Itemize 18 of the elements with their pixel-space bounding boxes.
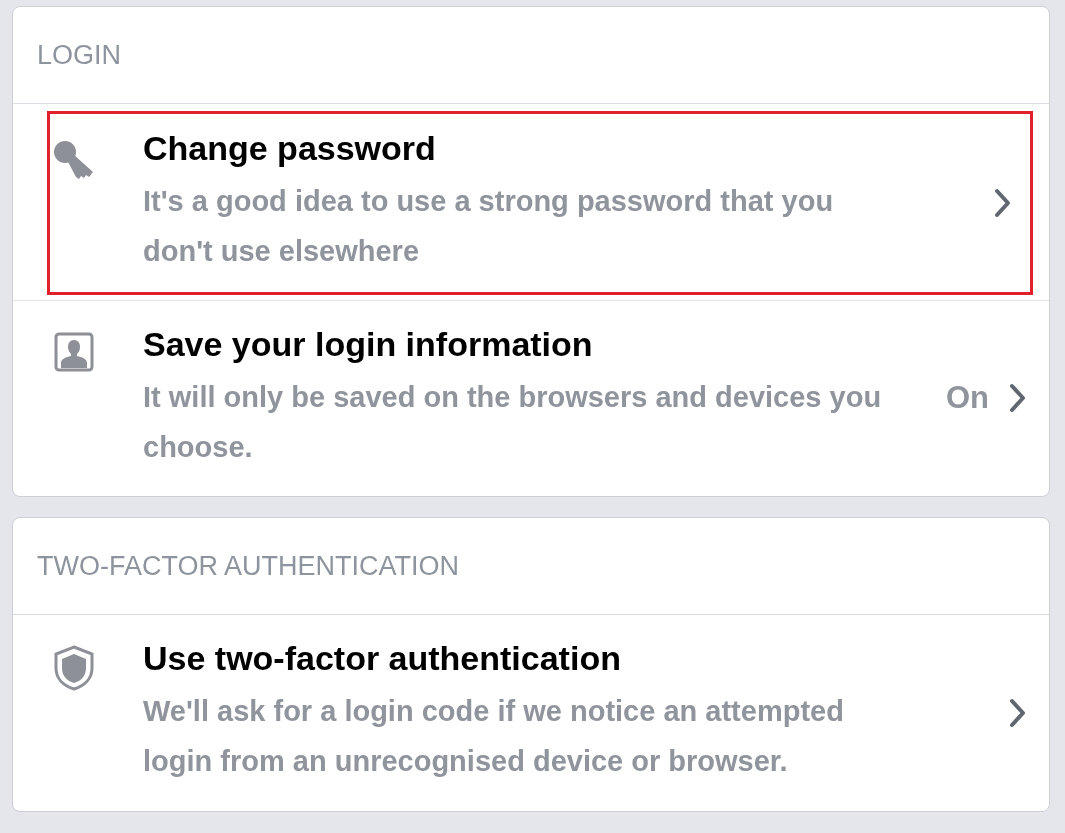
chevron-icon bbox=[994, 187, 1012, 218]
settings-row[interactable]: Save your login information It will only be saved on the browsers and devices you choose. On bbox=[13, 300, 1049, 496]
row-title: Use two-factor authentication bbox=[143, 639, 622, 678]
chevron-icon bbox=[1009, 383, 1027, 413]
chevron-icon bbox=[1009, 697, 1027, 728]
key-icon bbox=[53, 140, 95, 182]
row-title: Change password bbox=[143, 129, 437, 168]
row-description: It's a good idea to use a strong password that you don't use elsewhere bbox=[143, 184, 835, 269]
section-title: TWO-FACTOR AUTHENTICATION bbox=[37, 550, 459, 582]
settings-row[interactable]: Use two-factor authentication We'll ask for a login code if we notice an attempted login from an unrecognised device or browser. bbox=[13, 615, 1049, 811]
section-title: LOGIN bbox=[37, 39, 122, 71]
row-description: We'll ask for a login code if we notice an attempted login from an unrecognised device or browser. bbox=[143, 694, 845, 779]
row-description: It will only be saved on the browsers and devices you choose. bbox=[143, 379, 883, 465]
settings-row[interactable]: Change password It's a good idea to use a strong password that you don't use elsewhere bbox=[46, 110, 1034, 296]
status-text: On bbox=[945, 380, 989, 416]
person-icon bbox=[53, 331, 95, 373]
shield-icon bbox=[53, 645, 95, 691]
row-title: Save your login information bbox=[143, 324, 594, 364]
